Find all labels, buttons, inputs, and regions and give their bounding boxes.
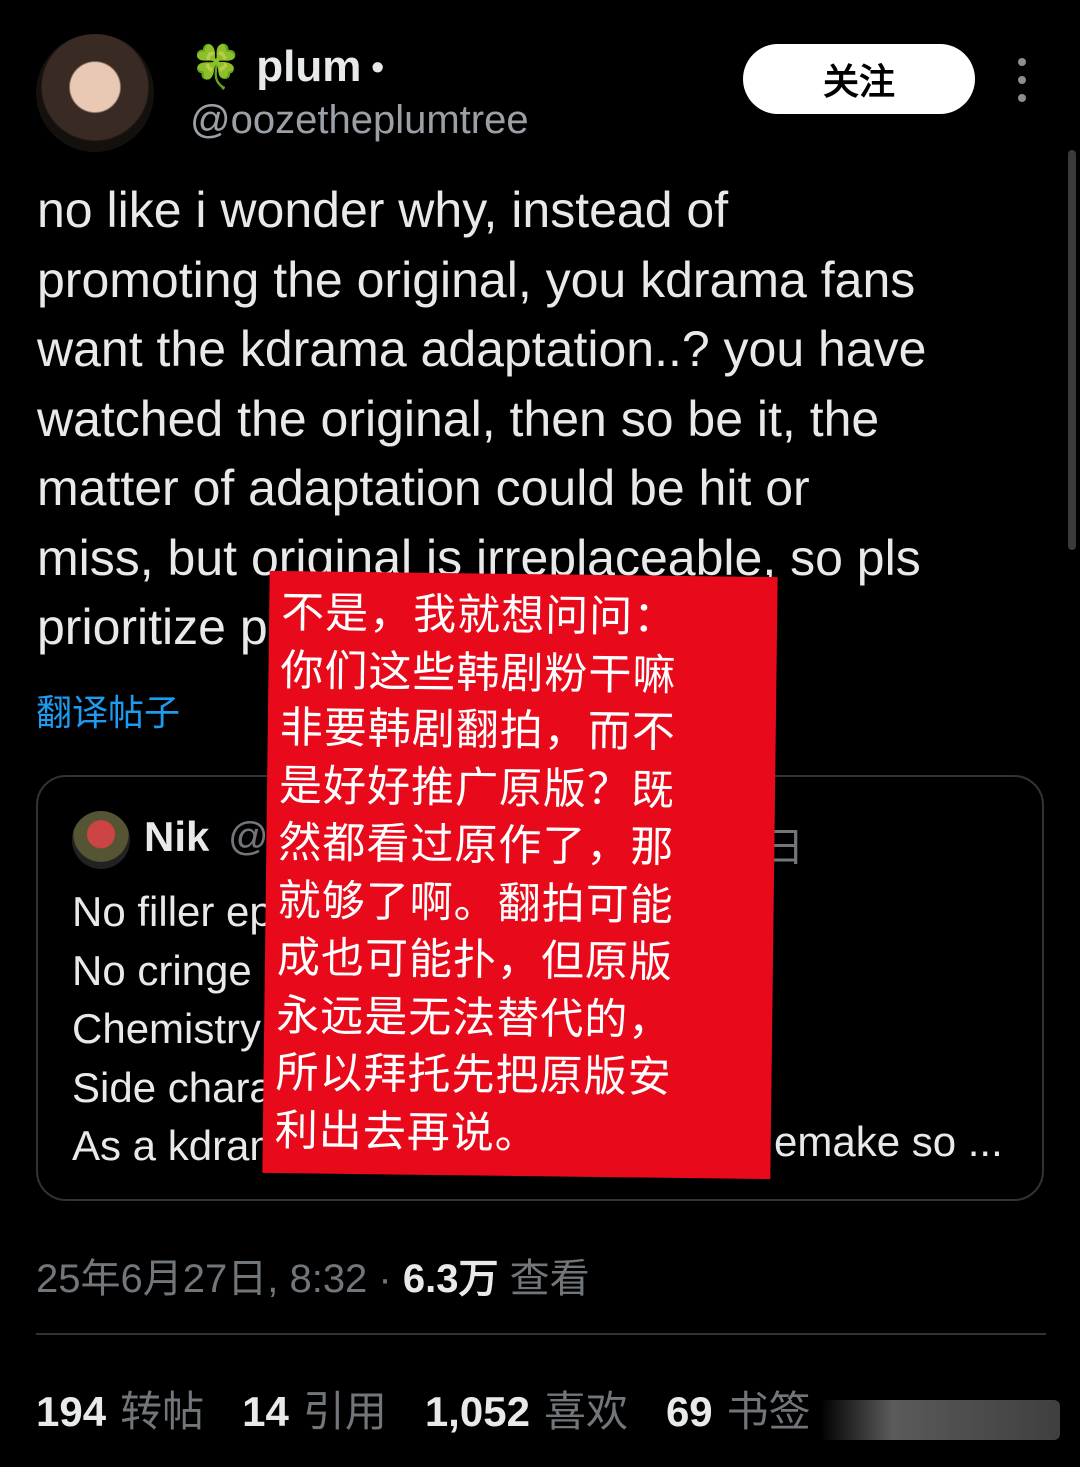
watermark (820, 1400, 1060, 1440)
quoted-author-name: Nik (144, 813, 210, 860)
quoted-line: As a kdram (72, 1122, 285, 1169)
quotes-count: 14 (242, 1388, 289, 1435)
follow-button[interactable]: 关注 (743, 44, 975, 114)
quoted-line: No filler ep (72, 888, 273, 935)
translation-overlay: 不是，我就想问问： 你们这些韩剧粉干嘛 非要韩剧翻拍，而不 是好好推广原版？既 … (262, 570, 778, 1180)
quoted-avatar (72, 811, 130, 869)
author-name[interactable]: plum (256, 42, 361, 92)
scrollbar[interactable] (1068, 150, 1076, 550)
likes-label: 喜欢 (543, 1388, 628, 1435)
overlay-text: 不是，我就想问问： 你们这些韩剧粉干嘛 非要韩剧翻拍，而不 是好好推广原版？既 … (274, 588, 678, 1159)
author-avatar[interactable] (36, 34, 154, 152)
bookmarks-stat[interactable]: 69 书签 (666, 1378, 811, 1439)
quotes-label: 引用 (302, 1388, 387, 1435)
reposts-count: 194 (36, 1388, 107, 1435)
views-label: 查看 (498, 1257, 590, 1301)
bookmarks-count: 69 (665, 1388, 713, 1435)
quotes-stat[interactable]: 14 引用 (242, 1378, 387, 1439)
name-dot: • (371, 46, 385, 87)
likes-stat[interactable]: 1,052 喜欢 (425, 1378, 628, 1439)
quoted-line: Side chara (72, 1063, 273, 1111)
views-count: 6.3万 (402, 1257, 499, 1301)
quoted-line: No cringe a (72, 946, 287, 994)
more-options-icon[interactable] (1014, 58, 1030, 102)
likes-count: 1,052 (424, 1388, 530, 1435)
clover-icon: 🍀 (190, 43, 243, 90)
engagement-stats: 194 转帖 14 引用 1,052 喜欢 69 书签 (36, 1378, 811, 1439)
post-meta: 25年6月27日, 8:32 · 6.3万 查看 (36, 1246, 590, 1304)
quoted-text: No filler ep No cringe a Chemistry Side … (72, 883, 287, 1176)
reposts-label: 转帖 (120, 1388, 205, 1435)
author-handle[interactable]: @oozetheplumtree (190, 98, 529, 143)
quoted-line: Chemistry (72, 1005, 262, 1052)
reposts-stat[interactable]: 194 转帖 (36, 1378, 204, 1439)
post-datetime[interactable]: 25年6月27日, 8:32 · (36, 1257, 403, 1301)
bookmarks-label: 书签 (726, 1388, 811, 1435)
translate-post-link[interactable]: 翻译帖子 (36, 684, 180, 736)
author-info[interactable]: 🍀 plum • @oozetheplumtree (190, 40, 529, 143)
quoted-text-tail: emake so ... (774, 1118, 1003, 1165)
divider (36, 1333, 1046, 1335)
